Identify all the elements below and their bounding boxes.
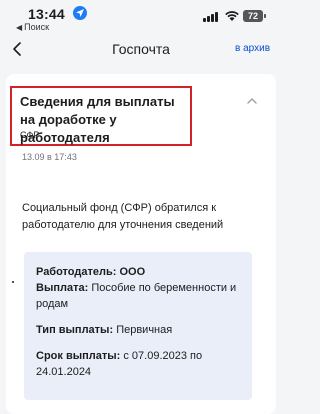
bullet-dot (12, 281, 14, 283)
message-date: 13.09 в 17:43 (22, 152, 77, 162)
clock-time: 13:44 (28, 6, 65, 22)
employer-value: ООО (119, 266, 146, 278)
back-to-app-link[interactable]: ◀ Поиск (16, 22, 49, 32)
payment-type-value: Первичная (116, 324, 173, 336)
payment-row: Выплата: Пособие по беременности и родам (36, 280, 248, 312)
employer-label: Работодатель: (36, 266, 117, 278)
navigation-bar: Госпочта в архив (0, 36, 282, 64)
message-sender: СФР (20, 130, 40, 140)
status-bar: 13:44 ◀ Поиск 72 (0, 0, 282, 36)
cellular-signal-icon (203, 12, 221, 22)
back-triangle-icon: ◀ (16, 23, 23, 32)
chevron-up-icon[interactable] (245, 93, 259, 111)
payment-type-label: Тип выплаты: (36, 324, 114, 336)
back-app-label: Поиск (24, 22, 50, 32)
payment-type-row: Тип выплаты: Первичная (36, 322, 248, 338)
payment-label: Выплата: (36, 282, 89, 294)
battery-icon: 72 (243, 10, 263, 22)
battery-tip (264, 14, 266, 18)
archive-link[interactable]: в архив (235, 43, 270, 54)
message-body: Социальный фонд (СФР) обратился к работо… (22, 202, 224, 231)
employer-row: Работодатель: ООО (36, 264, 248, 280)
wifi-icon (224, 9, 240, 27)
location-arrow-icon (73, 6, 87, 20)
message-title: Сведения для выплаты на доработке у рабо… (20, 94, 175, 145)
payment-term-label: Срок выплаты: (36, 350, 121, 362)
payment-term-row: Срок выплаты: с 07.09.2023 по 24.01.2024 (36, 348, 248, 380)
